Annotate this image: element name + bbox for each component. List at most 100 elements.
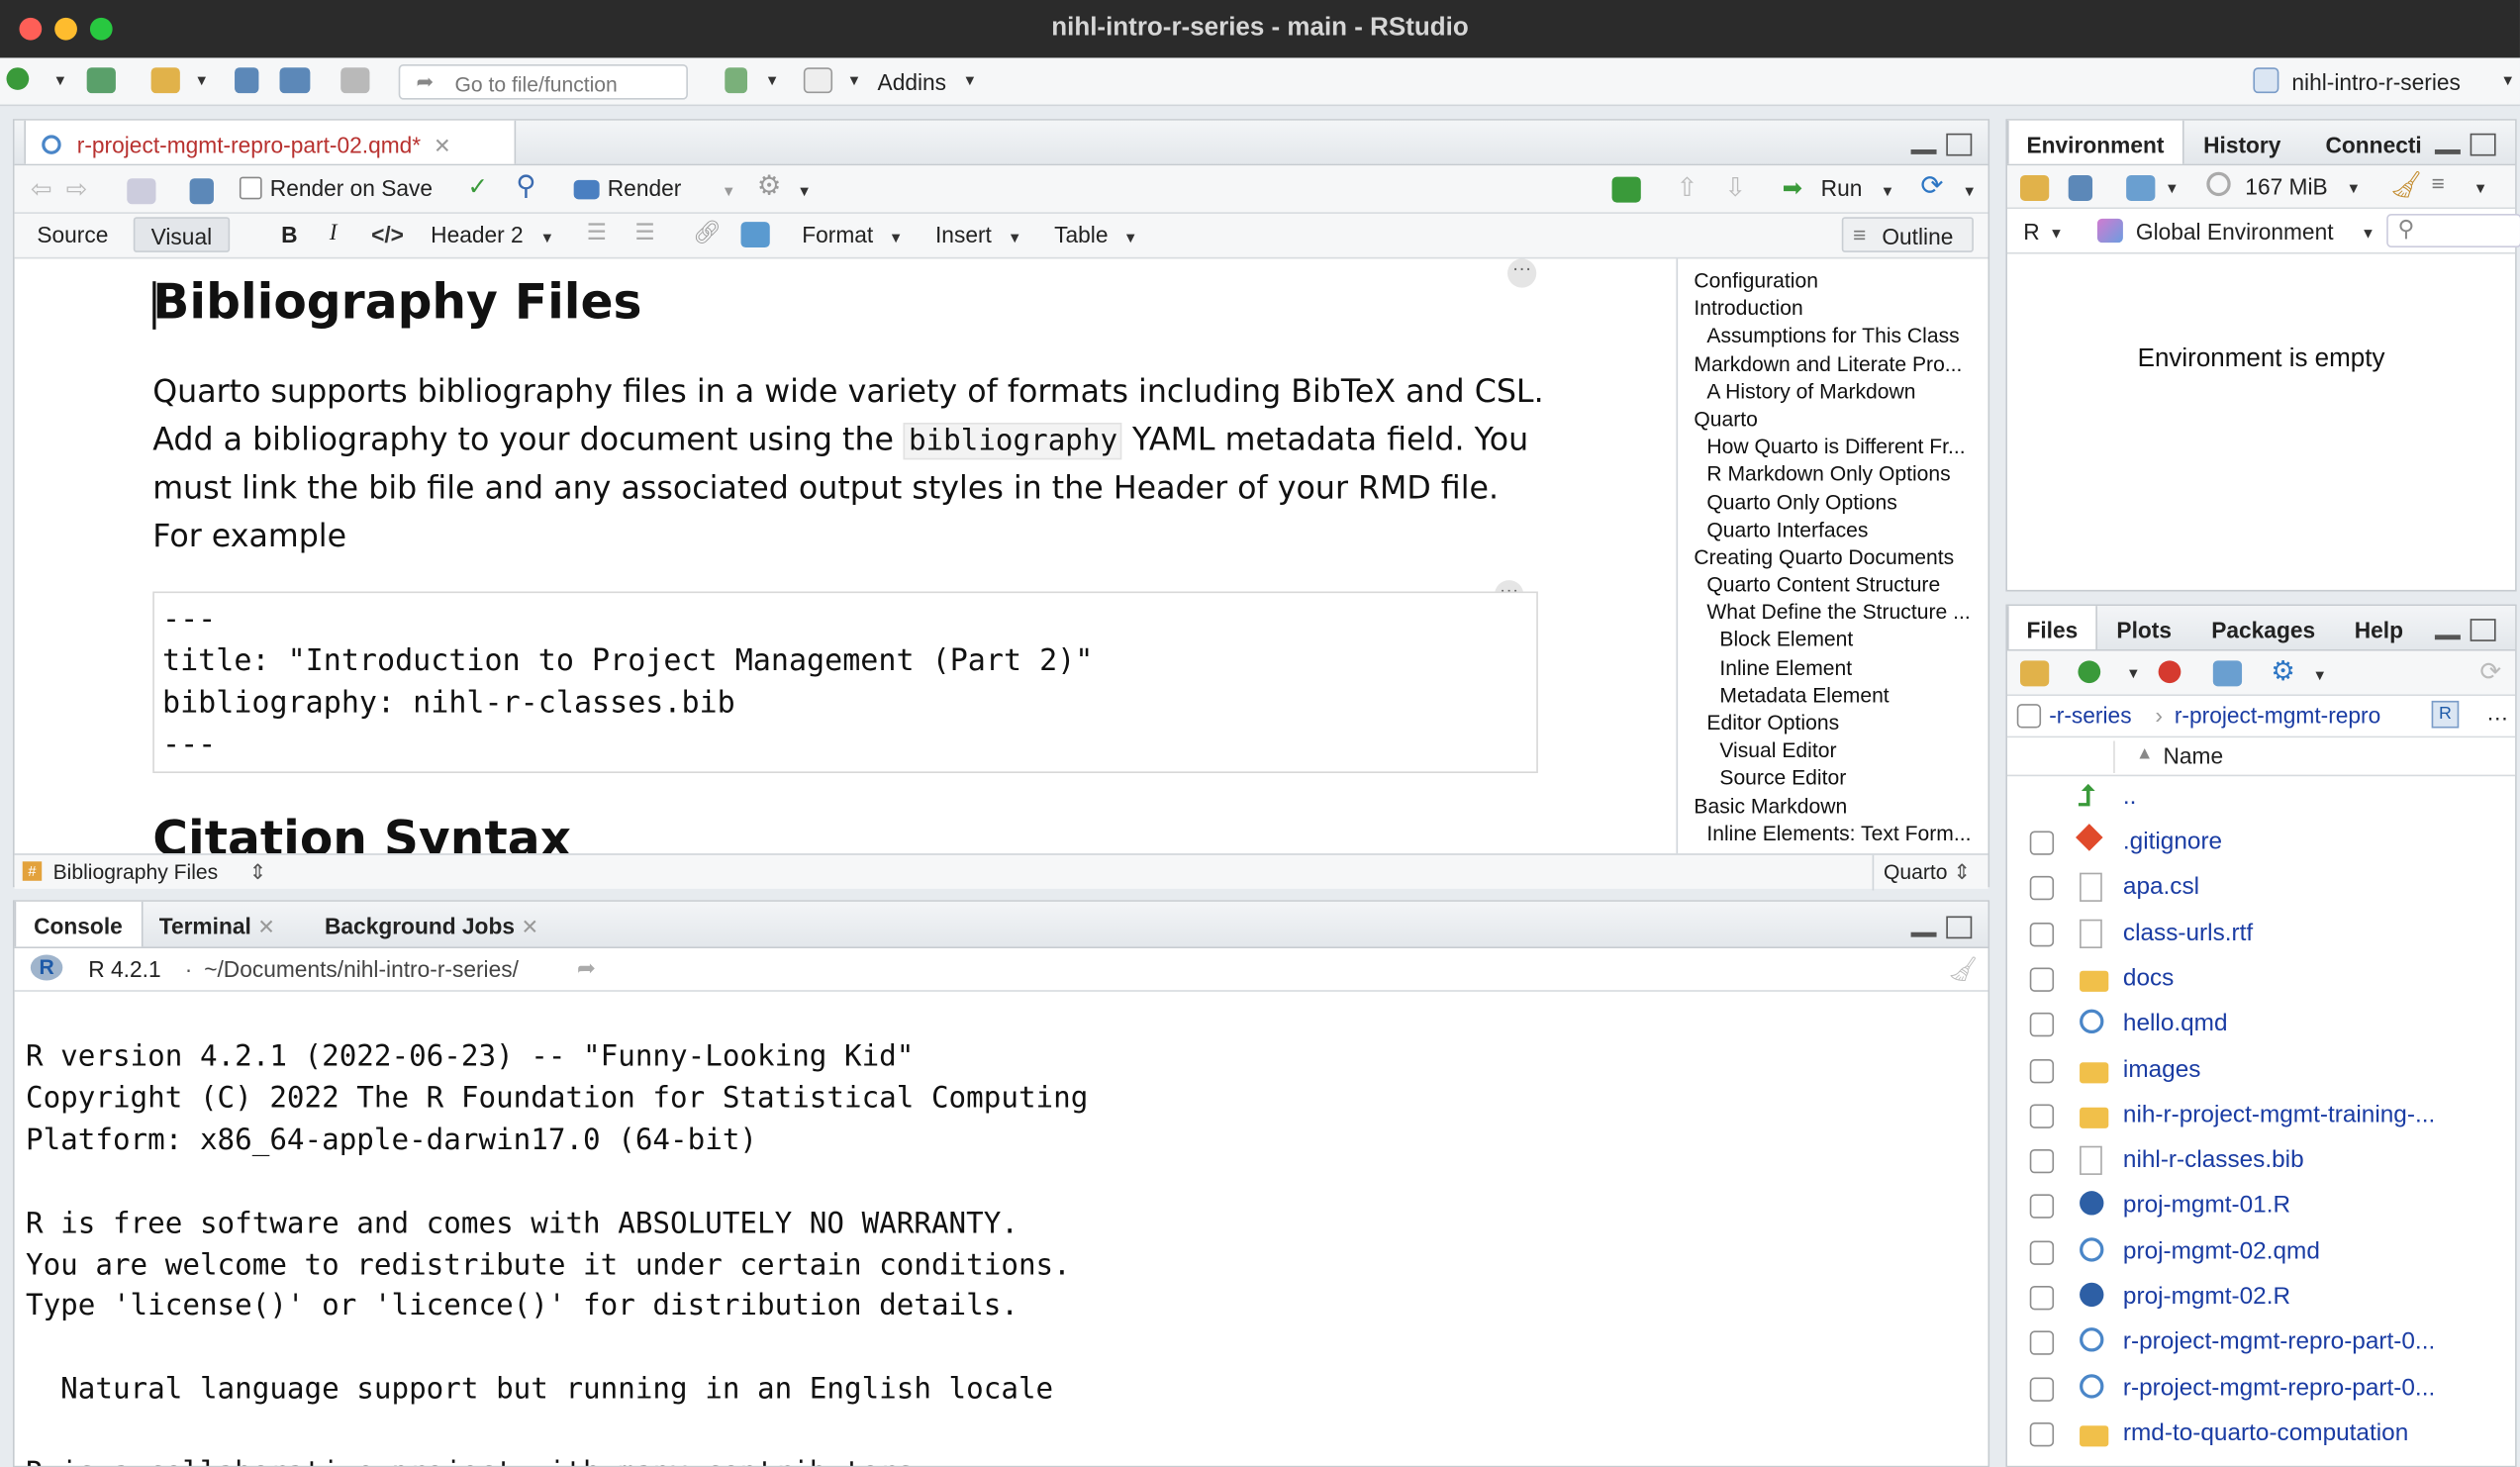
minimize-pane-icon[interactable] [1910, 931, 1937, 937]
chevron-down-icon[interactable]: ▼ [1963, 183, 1977, 199]
outline-item[interactable]: Creating Quarto Documents [1678, 544, 1987, 572]
close-tab-icon[interactable]: ✕ [257, 915, 275, 938]
file-checkbox[interactable] [2029, 1285, 2055, 1311]
bold-button[interactable]: B [281, 222, 297, 247]
breadcrumb-current[interactable]: r-project-mgmt-repro [2175, 703, 2380, 729]
chevron-down-icon[interactable]: ▼ [2473, 180, 2487, 196]
project-menu[interactable]: nihl-intro-r-series [2291, 69, 2461, 95]
code-block[interactable]: --- title: "Introduction to Project Manag… [152, 591, 1538, 773]
chevron-down-icon[interactable]: ▼ [765, 72, 779, 88]
file-row[interactable]: .gitignore [2007, 822, 2520, 866]
maximize-pane-icon[interactable] [1946, 133, 1973, 156]
breadcrumb-parent[interactable]: -r-series [2049, 703, 2131, 729]
forward-arrow-icon[interactable]: ⇨ [66, 173, 88, 205]
file-checkbox[interactable] [2029, 1013, 2055, 1037]
outline-item[interactable]: Quarto Content Structure [1678, 572, 1987, 600]
new-file-icon[interactable] [6, 67, 30, 90]
language-select[interactable]: R [2023, 219, 2039, 244]
outline-item[interactable]: How Quarto is Different Fr... [1678, 435, 1987, 462]
print-icon[interactable] [340, 67, 370, 94]
gear-icon[interactable]: ⚙ [2271, 655, 2295, 687]
file-row[interactable]: nih-r-project-mgmt-training-... [2007, 1094, 2520, 1138]
file-name-link[interactable]: docs [2123, 964, 2509, 992]
file-row[interactable]: rmd-to-quarto-computation [2007, 1413, 2520, 1457]
file-name-link[interactable]: rmd-to-quarto-computation [2123, 1419, 2509, 1447]
file-checkbox[interactable] [2029, 967, 2055, 992]
code-button[interactable]: </> [371, 222, 404, 247]
header-select[interactable]: Header 2 [431, 222, 524, 247]
bullet-list-icon[interactable]: ☰ [587, 219, 607, 246]
visual-document[interactable]: Bibliography Files ··· Quarto supports b… [15, 258, 1677, 853]
file-row[interactable]: proj-mgmt-02.qmd [2007, 1230, 2520, 1275]
chevron-down-icon[interactable]: ▼ [889, 230, 903, 245]
chevron-down-icon[interactable]: ▼ [722, 183, 735, 199]
maximize-pane-icon[interactable] [2470, 619, 2496, 641]
spellcheck-icon[interactable]: ✓ [467, 172, 487, 201]
memory-usage[interactable]: 167 MiB [2245, 173, 2327, 199]
chevron-down-icon[interactable]: ▼ [963, 72, 977, 88]
up-arrow-icon[interactable]: ⇧ [1677, 172, 1698, 204]
minimize-pane-icon[interactable] [2434, 635, 2461, 640]
render-button[interactable]: Render [608, 175, 682, 201]
save-icon[interactable] [189, 178, 214, 205]
import-dataset-icon[interactable] [2126, 174, 2156, 201]
format-menu[interactable]: Format [802, 222, 873, 247]
rerun-icon[interactable]: ⟳ [1920, 170, 1943, 202]
outline-item[interactable]: Editor Options [1678, 711, 1987, 738]
tab-terminal[interactable]: Terminal ✕ [159, 902, 304, 946]
goto-file-input[interactable]: ➦ Go to file/function [398, 63, 688, 100]
chevron-down-icon[interactable]: ▼ [2361, 225, 2375, 241]
parent-directory-row[interactable]: ⮥ .. [2007, 776, 2518, 821]
save-icon[interactable] [235, 67, 259, 94]
italic-button[interactable]: I [330, 222, 338, 247]
console-output[interactable]: R version 4.2.1 (2022-06-23) -- "Funny-L… [15, 992, 1988, 1466]
file-row[interactable]: r-project-mgmt-repro-part-0... [2007, 1321, 2520, 1366]
chevron-down-icon[interactable]: ▼ [194, 72, 208, 88]
file-checkbox[interactable] [2029, 831, 2055, 855]
addins-menu[interactable]: Addins [878, 69, 947, 95]
outline-item[interactable]: Metadata Element [1678, 683, 1987, 711]
chevron-down-icon[interactable]: ▼ [2049, 225, 2063, 241]
more-options-icon[interactable]: ··· [1507, 258, 1537, 288]
file-type-select[interactable]: Quarto ⇕ [1872, 854, 1971, 891]
file-name-link[interactable]: r-project-mgmt-repro-part-0... [2123, 1328, 2509, 1356]
goto-directory-icon[interactable]: ➦ [577, 954, 596, 982]
rename-icon[interactable] [2212, 660, 2243, 687]
file-row[interactable]: nihl-r-classes.bib [2007, 1139, 2520, 1184]
tab-environment[interactable]: Environment [2007, 120, 2184, 164]
tab-help[interactable]: Help [2355, 606, 2403, 649]
chevron-down-icon[interactable]: ▼ [2165, 180, 2179, 196]
outline-item[interactable]: What Define the Structure ... [1678, 600, 1987, 628]
file-name-link[interactable]: r-project-mgmt-repro-part-0... [2123, 1374, 2509, 1402]
file-name-link[interactable]: nih-r-project-mgmt-training-... [2123, 1101, 2509, 1128]
file-row[interactable]: docs [2007, 958, 2520, 1003]
outline-item[interactable]: Inline Elements: Text Form... [1678, 821, 1987, 848]
save-icon[interactable] [2068, 174, 2093, 201]
name-column-header[interactable]: Name [2164, 742, 2224, 768]
working-directory[interactable]: ~/Documents/nihl-intro-r-series/ [204, 956, 519, 982]
file-name-link[interactable]: apa.csl [2123, 873, 2509, 901]
project-icon[interactable]: R [2431, 700, 2460, 729]
select-all-checkbox[interactable] [2016, 704, 2042, 729]
file-row[interactable]: class-urls.rtf [2007, 913, 2520, 957]
tab-packages[interactable]: Packages [2211, 606, 2315, 649]
outline-item[interactable]: Quarto Only Options [1678, 489, 1987, 517]
vcs-icon[interactable] [725, 67, 748, 94]
gear-icon[interactable]: ⚙ [757, 170, 782, 202]
file-checkbox[interactable] [2029, 1149, 2055, 1174]
more-icon[interactable]: … [2486, 699, 2509, 725]
file-checkbox[interactable] [2029, 1104, 2055, 1128]
tab-plots[interactable]: Plots [2116, 606, 2172, 649]
tab-files[interactable]: Files [2007, 606, 2097, 649]
scope-select[interactable]: Global Environment [2136, 219, 2334, 244]
tab-console[interactable]: Console [14, 901, 144, 947]
down-arrow-icon[interactable]: ⇩ [1724, 172, 1746, 204]
chevron-down-icon[interactable]: ▼ [1123, 230, 1137, 245]
run-button[interactable]: Run [1821, 175, 1863, 201]
tab-source[interactable]: Source [37, 222, 108, 247]
close-tab-icon[interactable]: ✕ [521, 915, 538, 938]
outline-item[interactable]: Quarto [1678, 407, 1987, 435]
chevron-down-icon[interactable]: ▼ [2313, 667, 2327, 683]
tab-visual[interactable]: Visual [133, 217, 231, 252]
file-row[interactable]: hello.qmd [2007, 1003, 2520, 1047]
